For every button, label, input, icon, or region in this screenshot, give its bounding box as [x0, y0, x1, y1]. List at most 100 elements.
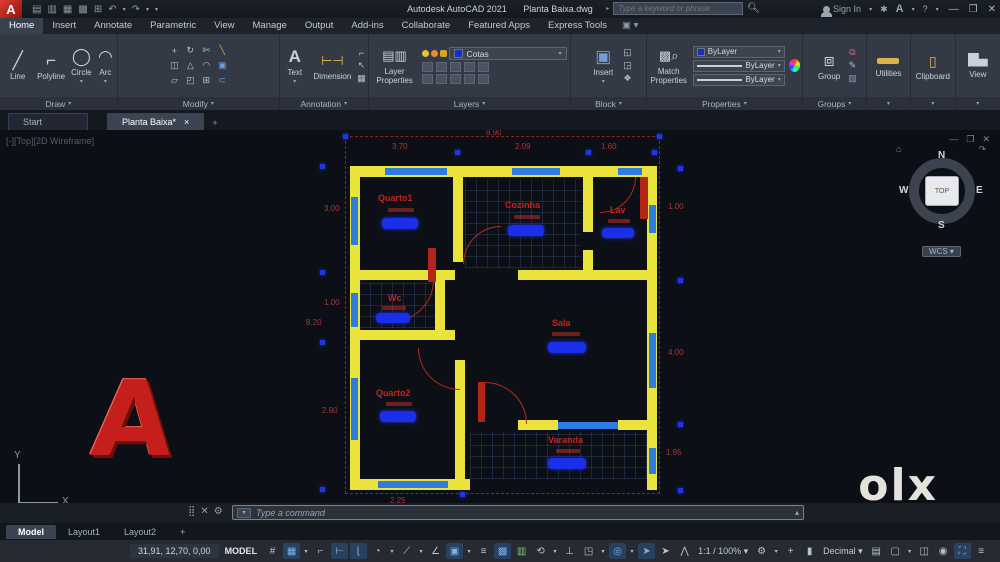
isodraft-caret-icon[interactable]: ▾ [417, 543, 425, 559]
text-button[interactable]: A Text ▾ [282, 47, 308, 85]
new-drawing-tab-button[interactable]: + [205, 116, 224, 130]
ortho-toggle-icon[interactable]: ⌊ [350, 543, 368, 559]
block-attributes-icon[interactable]: ❖ [623, 73, 632, 84]
dynamic-input-icon[interactable]: ⊢ [331, 543, 349, 559]
command-grip-icon[interactable]: ⣿ [188, 506, 195, 517]
group-select-icon[interactable]: ▨ [848, 73, 857, 84]
dim-top-1[interactable]: 3.70 [392, 142, 408, 151]
view-panel-footer[interactable]: ▾ [955, 97, 1000, 110]
copy-icon[interactable]: ◫ [167, 59, 182, 73]
room-label-cozinha[interactable]: Cozinha [505, 200, 540, 210]
layer-isolate-icon[interactable] [435, 62, 447, 72]
pickbox-icon[interactable]: ⋀ [676, 543, 693, 559]
signin-caret-icon[interactable]: ▾ [869, 6, 872, 13]
line-button[interactable]: ╱ Line [2, 51, 33, 81]
gizmo-caret-icon[interactable]: ▾ [628, 543, 636, 559]
clipboard-button[interactable]: ▯ Clipboard [913, 51, 952, 81]
isolate-objects-icon[interactable]: ◫ [916, 543, 933, 559]
layer-lock-icon[interactable] [439, 50, 447, 57]
utilities-button[interactable]: Utilities [869, 54, 908, 78]
dim-left-overall[interactable]: 8.20 [306, 318, 322, 327]
sign-in-button[interactable]: Sign In [821, 4, 861, 17]
block-panel-footer[interactable]: Block ▾ [571, 97, 646, 110]
lock-ui-icon[interactable]: ▢ [887, 543, 904, 559]
search-caret-icon[interactable]: ▸ [606, 5, 609, 12]
circle-button[interactable]: ◯ Circle ▾ [69, 47, 94, 85]
dim-top-2[interactable]: 2.09 [515, 142, 531, 151]
room-label-quarto1[interactable]: Quarto1 [378, 193, 413, 203]
match-properties-button[interactable]: ▩⌕ Match Properties [649, 46, 689, 85]
tab-output[interactable]: Output [296, 18, 343, 34]
tab-overflow-icon[interactable]: ▣ ▾ [616, 18, 644, 34]
lasso-icon[interactable]: ➤ [657, 543, 674, 559]
color-dropdown[interactable]: ByLayer ▾ [692, 45, 785, 58]
layout-tab-layout1[interactable]: Layout1 [56, 525, 112, 539]
room-label-wc[interactable]: Wc [388, 293, 402, 303]
groups-panel-footer[interactable]: Groups ▾ [803, 97, 866, 110]
search-icon[interactable]: 🔍︎ [747, 3, 760, 14]
infer-constraints-icon[interactable]: ⌐ [312, 543, 329, 559]
filter-caret-icon[interactable]: ▾ [599, 543, 607, 559]
3d-osnap-caret-icon[interactable]: ▾ [551, 543, 559, 559]
model-space-label[interactable]: MODEL [225, 546, 258, 556]
layer-walk-icon[interactable] [435, 74, 447, 84]
leader-icon[interactable]: ⌐ [357, 48, 366, 58]
tab-annotate[interactable]: Annotate [85, 18, 141, 34]
clipboard-panel-footer[interactable]: ▾ [911, 97, 955, 110]
help-icon[interactable]: ? [923, 4, 928, 14]
file-tab-close-icon[interactable]: × [184, 117, 189, 127]
file-tab-planta-baixa[interactable]: Planta Baixa* × [107, 113, 205, 130]
save-as-icon[interactable]: ▩ [78, 4, 87, 15]
tab-insert[interactable]: Insert [43, 18, 85, 34]
layout-tab-layout2[interactable]: Layout2 [112, 525, 168, 539]
rotate-icon[interactable]: ↻ [183, 44, 198, 58]
drawing-canvas[interactable]: [-][Top][2D Wireframe] — ❐ ✕ ⌂ ↷ N S W E… [0, 130, 1000, 503]
edit-block-icon[interactable]: ◲ [623, 60, 632, 71]
group-edit-icon[interactable]: ✎ [848, 60, 857, 71]
dim-top-3[interactable]: 1.60 [601, 142, 617, 151]
dim-left-2[interactable]: 1.00 [324, 298, 340, 307]
layer-thaw-icon[interactable] [449, 74, 461, 84]
plot-icon[interactable]: ⊞ [94, 4, 102, 15]
snap-caret-icon[interactable]: ▾ [302, 543, 310, 559]
layer-on-icon[interactable] [421, 50, 429, 57]
close-button[interactable]: ✕ [988, 4, 996, 15]
grid-toggle-icon[interactable]: # [264, 543, 281, 559]
tab-express-tools[interactable]: Express Tools [539, 18, 616, 34]
clean-screen-icon[interactable]: ⛶ [953, 543, 971, 559]
layout-tab-model[interactable]: Model [6, 524, 56, 539]
fillet-icon[interactable]: ◠ [199, 59, 214, 73]
redo-icon[interactable]: ↷ [132, 4, 140, 15]
view-button[interactable]: View [958, 52, 998, 79]
offset-icon[interactable]: ⊂ [215, 74, 230, 88]
dim-top-overall[interactable]: 8.90 [486, 130, 502, 137]
array-icon[interactable]: ⊞ [199, 74, 214, 88]
command-customize-icon[interactable]: ⚙ [214, 506, 223, 517]
units-icon[interactable]: ▮ [801, 543, 818, 559]
tab-view[interactable]: View [205, 18, 243, 34]
selection-modes-icon[interactable]: ➤ [638, 543, 656, 559]
polar-tracking-icon[interactable]: ◔ [369, 543, 386, 559]
erase-icon[interactable]: ╲ [215, 44, 230, 58]
room-label-lav[interactable]: Lav [610, 205, 626, 215]
tab-manage[interactable]: Manage [244, 18, 296, 34]
stretch-icon[interactable]: ▱ [167, 74, 182, 88]
mirror-icon[interactable]: △ [183, 59, 198, 73]
layer-match-icon[interactable] [477, 62, 489, 72]
gizmo-icon[interactable]: ◎ [609, 543, 627, 559]
room-label-varanda[interactable]: Varanda [548, 435, 583, 445]
layer-lock2-icon[interactable] [463, 74, 475, 84]
osnap-caret-icon[interactable]: ▾ [465, 543, 473, 559]
insert-button[interactable]: ▣ Insert ▾ [585, 47, 621, 85]
dim-left-3[interactable]: 2.90 [322, 406, 338, 415]
dim-left-1[interactable]: 3.00 [324, 204, 340, 213]
filter-icon[interactable]: ◳ [580, 543, 597, 559]
layer-prev-icon[interactable] [421, 74, 433, 84]
command-expand-icon[interactable]: ▴ [795, 508, 799, 517]
ungroup-icon[interactable]: ⧉ [848, 47, 857, 58]
command-recent-icon[interactable]: ▾ [237, 507, 251, 518]
room-label-quarto2[interactable]: Quarto2 [376, 388, 411, 398]
polar-caret-icon[interactable]: ▾ [388, 543, 396, 559]
utilities-panel-footer[interactable]: ▾ [866, 97, 911, 110]
open-file-icon[interactable]: ▥ [47, 4, 56, 15]
